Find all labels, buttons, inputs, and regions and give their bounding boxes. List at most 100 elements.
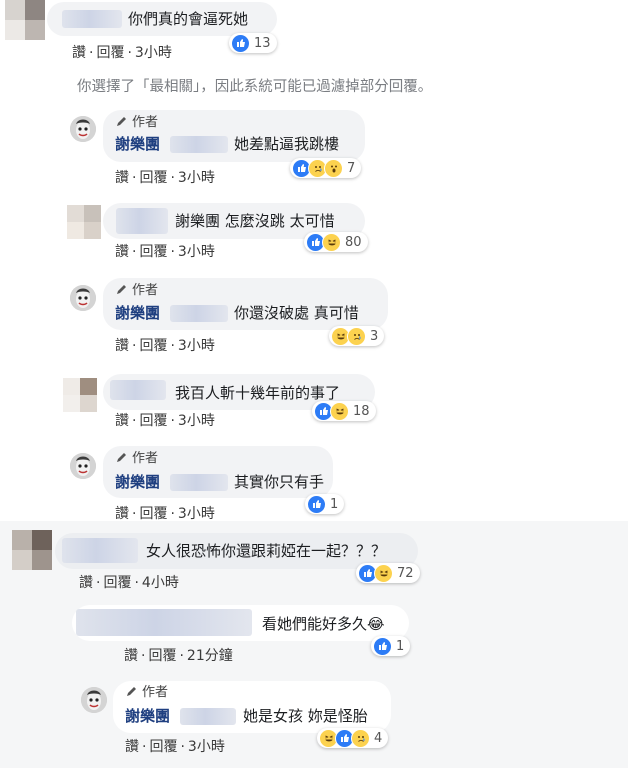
pencil-icon bbox=[117, 453, 126, 462]
like-button[interactable]: 讚 bbox=[124, 648, 138, 664]
reply-button[interactable]: 回覆 bbox=[96, 45, 124, 61]
comment-text: 她是女孩 妳是怪胎 bbox=[243, 707, 368, 725]
author-badge: 作者 bbox=[115, 283, 158, 299]
avatar[interactable] bbox=[67, 205, 101, 239]
commenter-name[interactable]: 謝樂團 bbox=[115, 303, 160, 323]
avatar[interactable] bbox=[70, 453, 96, 479]
comment-actions: 讚 · 回覆 · 3小時 bbox=[72, 45, 172, 61]
reply-button[interactable]: 回覆 bbox=[139, 506, 167, 522]
blurred-username[interactable] bbox=[170, 305, 228, 322]
haha-reaction-icon bbox=[374, 563, 393, 583]
reactions-summary[interactable]: 18 bbox=[312, 401, 376, 421]
timestamp[interactable]: 4小時 bbox=[142, 575, 179, 591]
comment-actions: 讚 · 回覆 · 3小時 bbox=[115, 338, 215, 354]
reactions-summary[interactable]: 80 bbox=[304, 232, 368, 252]
reactions-summary[interactable]: 7 bbox=[290, 158, 362, 178]
avatar[interactable] bbox=[63, 378, 97, 412]
reactions-summary[interactable]: 1 bbox=[371, 636, 411, 656]
blurred-username[interactable] bbox=[180, 708, 236, 725]
reaction-count: 7 bbox=[347, 160, 356, 176]
mention-name[interactable]: 謝樂團 bbox=[175, 212, 220, 230]
like-button[interactable]: 讚 bbox=[125, 739, 139, 755]
reaction-count: 13 bbox=[254, 35, 271, 51]
comment-actions: 讚 · 回覆 · 21分鐘 bbox=[124, 648, 233, 664]
comment-text: 女人很恐怖你還跟莉婭在一起？？？ bbox=[146, 542, 387, 560]
comment-actions: 讚 · 回覆 · 3小時 bbox=[115, 244, 215, 260]
comment-thread: 女人很恐怖你還跟莉婭在一起？？？ 72 讚 · 回覆 · 4小時 看她們能好多久😂 1 … bbox=[0, 521, 628, 768]
avatar[interactable] bbox=[5, 0, 45, 40]
filter-notice: 你選擇了「最相關」，因此系統可能已過濾掉部分回覆。 bbox=[77, 79, 433, 95]
timestamp[interactable]: 3小時 bbox=[178, 244, 215, 260]
comment-actions: 讚 · 回覆 · 3小時 bbox=[125, 739, 225, 755]
avatar[interactable] bbox=[81, 687, 107, 713]
sad-reaction-icon bbox=[347, 326, 366, 346]
comment-actions: 讚 · 回覆 · 3小時 bbox=[115, 413, 215, 429]
timestamp[interactable]: 3小時 bbox=[178, 413, 215, 429]
reaction-count: 1 bbox=[396, 638, 405, 654]
reaction-count: 1 bbox=[330, 496, 339, 512]
reply-button[interactable]: 回覆 bbox=[139, 244, 167, 260]
reaction-count: 18 bbox=[353, 403, 370, 419]
blurred-username[interactable] bbox=[170, 136, 228, 153]
timestamp[interactable]: 3小時 bbox=[178, 338, 215, 354]
author-badge: 作者 bbox=[125, 685, 168, 701]
like-button[interactable]: 讚 bbox=[72, 45, 86, 61]
pencil-icon bbox=[117, 117, 126, 126]
blurred-username[interactable] bbox=[170, 474, 228, 491]
reactions-summary[interactable]: 1 bbox=[305, 494, 345, 514]
blurred-username[interactable] bbox=[62, 10, 122, 28]
reply-button[interactable]: 回覆 bbox=[148, 648, 176, 664]
comment-text: 謝樂團 怎麼沒跳 太可惜 bbox=[175, 212, 335, 230]
avatar[interactable] bbox=[70, 285, 96, 311]
author-badge: 作者 bbox=[115, 451, 158, 467]
wow-reaction-icon bbox=[324, 158, 343, 178]
like-button[interactable]: 讚 bbox=[115, 338, 129, 354]
like-button[interactable]: 讚 bbox=[115, 506, 129, 522]
laughing-emoji-icon: 😂 bbox=[367, 615, 385, 633]
blurred-username[interactable] bbox=[116, 208, 168, 234]
pencil-icon bbox=[127, 687, 136, 696]
reply-button[interactable]: 回覆 bbox=[139, 170, 167, 186]
like-button[interactable]: 讚 bbox=[115, 244, 129, 260]
avatar[interactable] bbox=[70, 116, 96, 142]
pencil-icon bbox=[117, 285, 126, 294]
commenter-name[interactable]: 謝樂團 bbox=[115, 472, 160, 492]
comment-actions: 讚 · 回覆 · 4小時 bbox=[79, 575, 179, 591]
like-button[interactable]: 讚 bbox=[115, 170, 129, 186]
blurred-username[interactable] bbox=[62, 538, 138, 563]
comment-text: 你還沒破處 真可惜 bbox=[234, 304, 359, 322]
blurred-username[interactable] bbox=[76, 609, 252, 636]
like-button[interactable]: 讚 bbox=[79, 575, 93, 591]
reply-button[interactable]: 回覆 bbox=[149, 739, 177, 755]
reactions-summary[interactable]: 13 bbox=[229, 33, 277, 53]
comment-text: 看她們能好多久😂 bbox=[262, 615, 385, 633]
reactions-summary[interactable]: 72 bbox=[356, 563, 420, 583]
like-reaction-icon bbox=[231, 33, 250, 53]
reactions-summary[interactable]: 3 bbox=[329, 326, 385, 346]
reaction-count: 72 bbox=[397, 565, 414, 581]
reaction-count: 3 bbox=[370, 328, 379, 344]
reactions-summary[interactable]: 4 bbox=[317, 728, 389, 748]
commenter-name[interactable]: 謝樂團 bbox=[125, 706, 170, 726]
comment-text: 其實你只有手 bbox=[234, 473, 325, 491]
timestamp[interactable]: 3小時 bbox=[188, 739, 225, 755]
haha-reaction-icon bbox=[322, 232, 341, 252]
timestamp[interactable]: 3小時 bbox=[178, 170, 215, 186]
commenter-name[interactable]: 謝樂團 bbox=[115, 134, 160, 154]
avatar[interactable] bbox=[12, 530, 52, 570]
reaction-count: 4 bbox=[374, 730, 383, 746]
comment-text: 你們真的會逼死她 bbox=[128, 10, 249, 28]
sad-reaction-icon bbox=[351, 728, 370, 748]
reply-button[interactable]: 回覆 bbox=[103, 575, 131, 591]
like-reaction-icon bbox=[373, 636, 392, 656]
blurred-username[interactable] bbox=[110, 380, 166, 400]
comment-text: 她差點逼我跳樓 bbox=[234, 135, 340, 153]
timestamp[interactable]: 21分鐘 bbox=[187, 648, 233, 664]
timestamp[interactable]: 3小時 bbox=[135, 45, 172, 61]
like-button[interactable]: 讚 bbox=[115, 413, 129, 429]
reply-button[interactable]: 回覆 bbox=[139, 413, 167, 429]
reply-button[interactable]: 回覆 bbox=[139, 338, 167, 354]
comment-text: 我百人斬十幾年前的事了 bbox=[175, 384, 341, 402]
timestamp[interactable]: 3小時 bbox=[178, 506, 215, 522]
comment-actions: 讚 · 回覆 · 3小時 bbox=[115, 170, 215, 186]
